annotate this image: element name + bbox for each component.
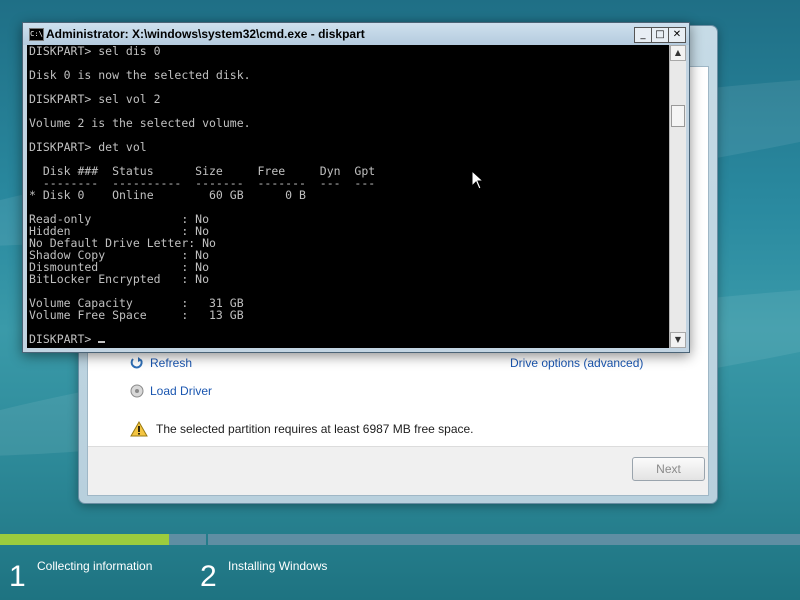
refresh-icon	[130, 357, 143, 369]
cmd-window: C:\ Administrator: X:\windows\system32\c…	[22, 22, 690, 353]
progress-bar-step2	[208, 534, 800, 545]
maximize-button[interactable]: □	[651, 27, 669, 43]
text-cursor	[98, 341, 106, 343]
console-text: DISKPART> sel dis 0 Disk 0 is now the se…	[29, 45, 376, 346]
next-button[interactable]: Next	[632, 457, 705, 481]
minimize-button[interactable]: _	[634, 27, 652, 43]
load-driver-icon	[130, 384, 144, 398]
cmd-window-title: Administrator: X:\windows\system32\cmd.e…	[46, 27, 365, 41]
progress-fill	[0, 534, 169, 545]
load-driver-link[interactable]: Load Driver	[150, 384, 212, 398]
step-number: 2	[200, 560, 217, 593]
warning-icon	[130, 421, 148, 437]
drive-options-link[interactable]: Drive options (advanced)	[510, 356, 643, 370]
warning-message: The selected partition requires at least…	[156, 422, 474, 436]
close-button[interactable]: ✕	[668, 27, 686, 43]
step-label: Installing Windows	[228, 559, 328, 573]
progress-bar-step1	[0, 534, 206, 545]
mouse-pointer-icon	[471, 170, 485, 190]
scroll-up-arrow-icon[interactable]: ▲	[670, 45, 686, 61]
scroll-down-arrow-icon[interactable]: ▼	[670, 332, 686, 348]
vertical-scrollbar[interactable]: ▲ ▼	[669, 45, 686, 348]
cmd-app-icon: C:\	[29, 28, 44, 41]
console-output[interactable]: DISKPART> sel dis 0 Disk 0 is now the se…	[27, 45, 669, 348]
step-number: 1	[9, 560, 26, 593]
step-label: Collecting information	[37, 559, 153, 573]
scrollbar-thumb[interactable]	[671, 105, 685, 127]
cmd-title-bar[interactable]: C:\ Administrator: X:\windows\system32\c…	[23, 23, 689, 45]
setup-footer: Next	[88, 446, 708, 495]
refresh-link[interactable]: Refresh	[150, 356, 192, 370]
